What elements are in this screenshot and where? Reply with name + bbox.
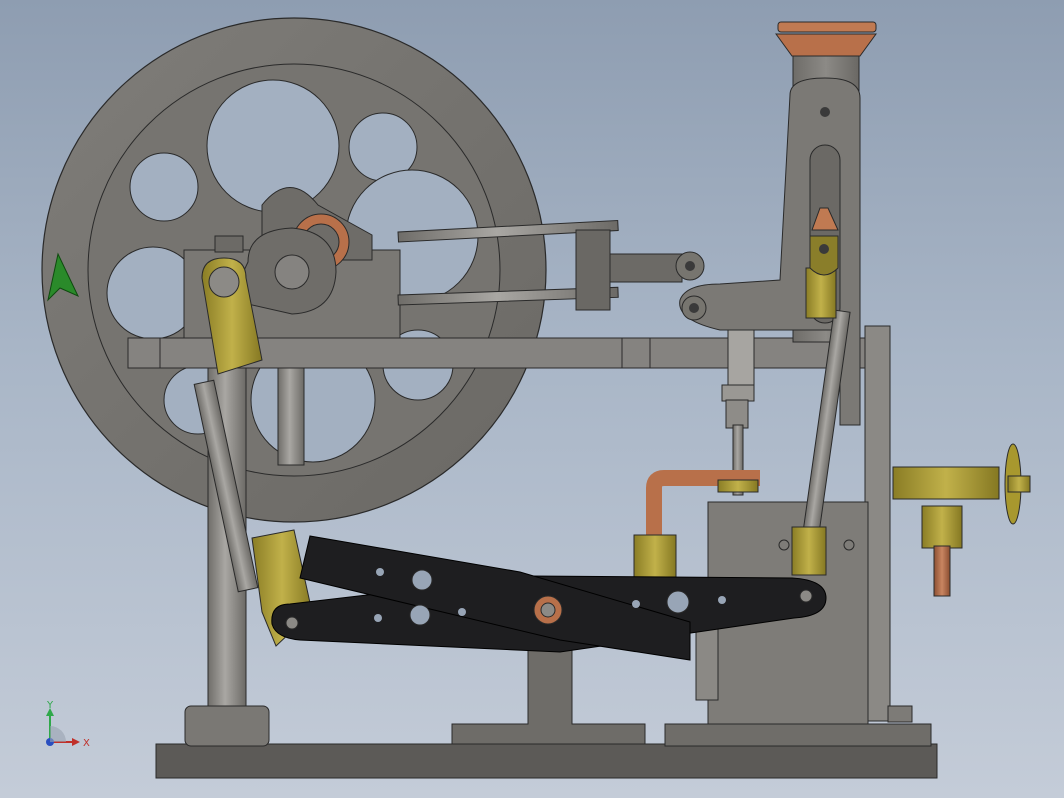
graphics-viewport[interactable]: X Y [0, 0, 1064, 798]
steam-valve[interactable] [892, 466, 1000, 597]
triad-y-label: Y [46, 700, 54, 711]
triad-x-label: X [83, 738, 90, 749]
reference-triad: X Y [46, 700, 90, 749]
engine-model[interactable] [0, 0, 1064, 798]
handwheel[interactable] [1004, 443, 1031, 525]
